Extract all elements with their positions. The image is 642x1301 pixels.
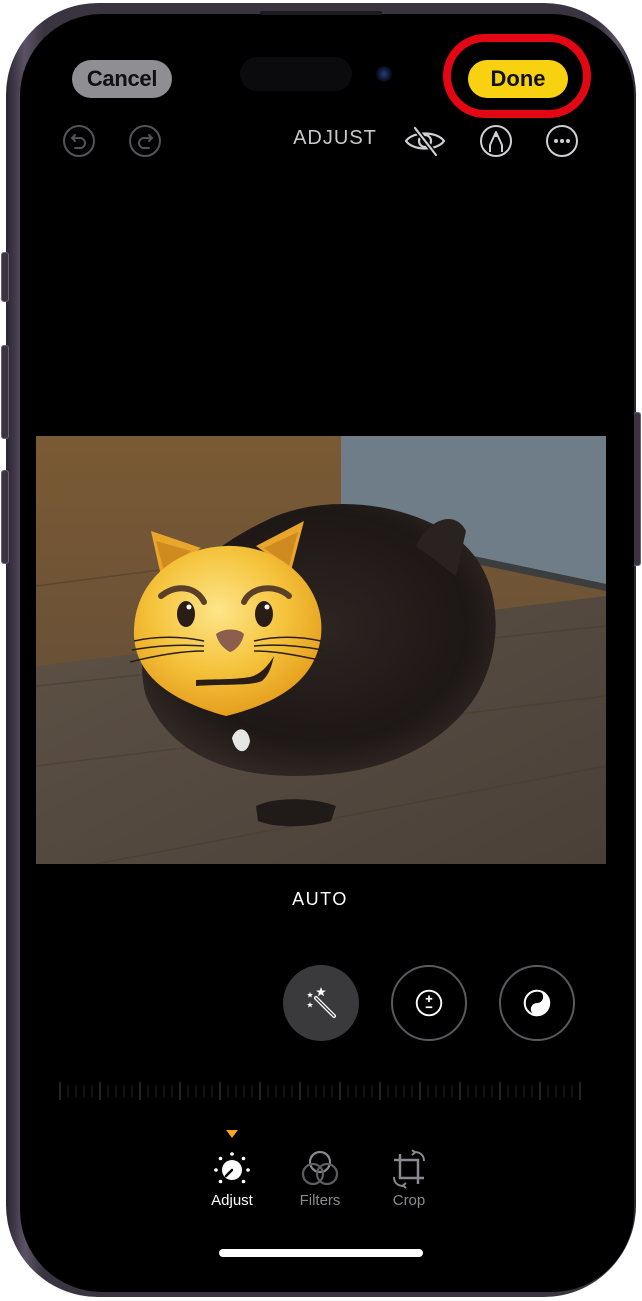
dynamic-island [240, 57, 352, 91]
tab-filters[interactable]: Filters [285, 1148, 355, 1209]
auto-enhance-button[interactable] [283, 965, 359, 1041]
redo-button[interactable] [128, 124, 162, 158]
crop-rotate-icon [393, 1149, 425, 1189]
tab-crop-label: Crop [392, 1192, 426, 1209]
front-camera [376, 66, 392, 82]
done-highlight-annotation [443, 34, 591, 118]
redo-icon [129, 125, 161, 157]
markup-pen-icon [480, 125, 512, 157]
filters-circles-icon [301, 1150, 339, 1186]
home-indicator[interactable] [219, 1249, 423, 1257]
brilliance-button[interactable] [499, 965, 575, 1041]
volume-up-button [1, 345, 9, 439]
tab-filters-label: Filters [299, 1192, 341, 1209]
volume-down-button [1, 470, 9, 564]
speaker-grille [260, 11, 382, 15]
adjust-dial-icon [214, 1152, 250, 1184]
action-button [1, 252, 9, 302]
photo-preview[interactable] [36, 436, 606, 864]
markup-button[interactable] [479, 124, 513, 158]
eye-slash-icon [404, 126, 446, 157]
magic-wand-icon [307, 987, 336, 1018]
undo-icon [63, 125, 95, 157]
yin-yang-icon [523, 989, 551, 1017]
hide-markup-button[interactable] [403, 124, 447, 158]
mode-title: ADJUST [293, 127, 377, 149]
active-tab-indicator [226, 1130, 238, 1138]
adjustment-slider[interactable] [56, 1080, 584, 1102]
more-button[interactable] [545, 124, 579, 158]
tab-crop[interactable]: Crop [374, 1148, 444, 1209]
tab-adjust[interactable]: Adjust [197, 1148, 267, 1209]
plus-minus-icon [415, 989, 443, 1017]
slider-ticks [59, 1082, 581, 1100]
power-button [633, 412, 641, 566]
undo-button[interactable] [62, 124, 96, 158]
tab-adjust-label: Adjust [211, 1192, 253, 1209]
selected-tool-label: AUTO [292, 889, 348, 909]
cancel-button[interactable]: Cancel [72, 60, 172, 98]
more-ellipsis-icon [546, 125, 578, 157]
exposure-button[interactable] [391, 965, 467, 1041]
cat-photo-image [36, 436, 606, 864]
